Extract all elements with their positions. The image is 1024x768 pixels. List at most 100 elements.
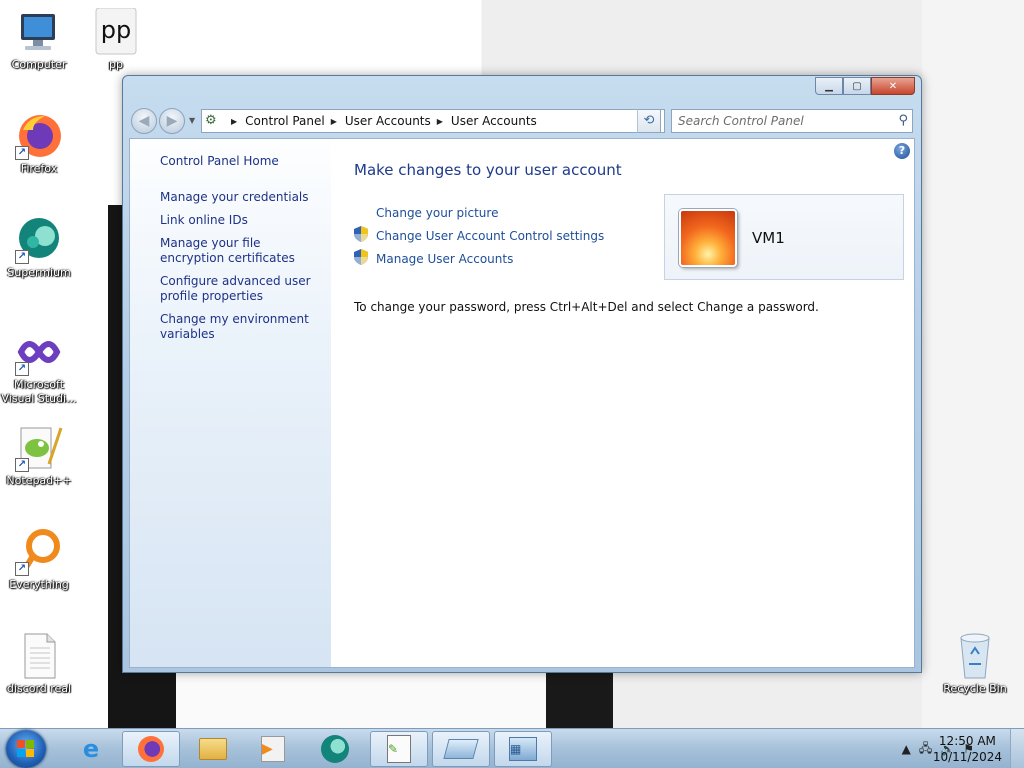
maximize-button[interactable]: ▢ <box>843 77 871 95</box>
desktop-icon-pp[interactable]: pp pp <box>78 7 154 72</box>
task-links-list: Manage your credentials Link online IDs … <box>160 190 328 350</box>
desktop-icon-label: Notepad++ <box>6 474 72 487</box>
control-panel-window: ▁ ▢ ✕ ◀ ▶ ▼ ⚙ ▶ Control Panel ▶ User Acc… <box>122 75 922 673</box>
desktop-icon-label: Computer <box>11 58 67 71</box>
desktop-icon-label: Recycle Bin <box>943 682 1007 695</box>
start-button[interactable] <box>6 730 46 768</box>
navigation-bar: ◀ ▶ ▼ ⚙ ▶ Control Panel ▶ User Accounts … <box>131 108 913 134</box>
taskbar-internet-explorer[interactable]: e <box>62 731 120 767</box>
task-link-label[interactable]: Change User Account Control settings <box>376 229 604 243</box>
folder-icon <box>199 738 227 760</box>
taskbar-control-panel[interactable]: ▦ <box>494 731 552 767</box>
user-picture-flower[interactable] <box>679 209 737 267</box>
windows-logo-icon <box>17 740 35 758</box>
taskbar-media-player[interactable]: ▶ <box>244 731 302 767</box>
taskbar-supermium[interactable] <box>306 731 364 767</box>
window-controls: ▁ ▢ ✕ <box>815 77 915 95</box>
taskbar-notepad-plus-plus[interactable]: ✎ <box>370 731 428 767</box>
uac-shield-icon <box>354 248 376 269</box>
close-button[interactable]: ✕ <box>871 77 915 95</box>
desktop-icon-label: Microsoft Visual Studi... <box>1 378 77 405</box>
left-navigation-pane: Control Panel Home Manage your credentia… <box>130 139 331 667</box>
text-file-icon <box>15 632 63 680</box>
desktop-icon-visual-studio[interactable]: ↗ Microsoft Visual Studi... <box>1 328 77 406</box>
link-online-ids[interactable]: Link online IDs <box>160 213 328 228</box>
recycle-bin-icon <box>951 632 999 680</box>
minimize-button[interactable]: ▁ <box>815 77 843 95</box>
desktop-icon-label: Everything <box>9 578 69 591</box>
task-link-label[interactable]: Change your picture <box>376 206 498 220</box>
user-account-card: VM1 <box>664 194 904 280</box>
password-info-text: To change your password, press Ctrl+Alt+… <box>354 300 819 314</box>
desktop-icon-label: Supermium <box>7 266 71 279</box>
show-desktop-button[interactable] <box>1010 729 1024 768</box>
control-panel-home-link[interactable]: Control Panel Home <box>160 154 279 168</box>
desktop-icon-notepad-plus-plus[interactable]: ↗ Notepad++ <box>1 424 77 488</box>
desktop-icon-label: pp <box>109 58 123 71</box>
background-dark-panel-2 <box>546 672 613 728</box>
show-hidden-icons-icon[interactable]: ▲ <box>902 742 911 756</box>
forward-button[interactable]: ▶ <box>159 108 185 134</box>
page-title: Make changes to your user account <box>354 161 622 179</box>
background-light-panel <box>176 672 546 728</box>
breadcrumb-separator-icon[interactable]: ▶ <box>437 117 443 126</box>
everything-search-icon: ↗ <box>15 528 63 576</box>
search-icon[interactable]: ⚲ <box>898 113 908 128</box>
shortcut-arrow-icon: ↗ <box>15 362 29 376</box>
breadcrumb-control-panel[interactable]: Control Panel <box>245 114 325 128</box>
desktop-icon-firefox[interactable]: ↗ Firefox <box>1 112 77 176</box>
shortcut-arrow-icon: ↗ <box>15 250 29 264</box>
uac-shield-icon <box>354 225 376 246</box>
breadcrumb-user-accounts-current[interactable]: User Accounts <box>451 114 537 128</box>
firefox-icon <box>138 736 164 762</box>
breadcrumb-separator-icon[interactable]: ▶ <box>331 117 337 126</box>
media-player-icon: ▶ <box>261 736 285 762</box>
shortcut-arrow-icon: ↗ <box>15 146 29 160</box>
taskbar-firefox[interactable] <box>122 731 180 767</box>
link-manage-credentials[interactable]: Manage your credentials <box>160 190 328 205</box>
computer-icon <box>15 8 63 56</box>
search-box: ⚲ <box>671 109 913 133</box>
internet-explorer-icon: e <box>82 735 100 763</box>
link-file-encryption-certificates[interactable]: Manage your file encryption certificates <box>160 236 328 266</box>
clock-date: 10/11/2024 <box>932 750 1002 764</box>
desktop-icon-label: Firefox <box>20 162 58 175</box>
help-icon[interactable]: ? <box>894 143 910 159</box>
search-input[interactable] <box>678 110 888 132</box>
clock[interactable]: 12:50 AM 10/11/2024 <box>933 733 1002 765</box>
taskbar-file-explorer[interactable] <box>184 731 242 767</box>
desktop-icon-discord-real[interactable]: discord real <box>1 632 77 696</box>
network-icon[interactable]: 🖧 <box>919 739 932 760</box>
breadcrumb: ▶ Control Panel ▶ User Accounts ▶ User A… <box>225 114 537 128</box>
taskbar: e ▶ ✎ ▦ ▲ 🖧 🔈 ⚑ 12:50 AM 10/11/2024 <box>0 728 1024 768</box>
pp-document-icon: pp <box>92 7 140 56</box>
notepad-plus-plus-icon: ✎ <box>387 735 411 763</box>
back-button[interactable]: ◀ <box>131 108 157 134</box>
notepad-plus-plus-icon: ↗ <box>15 424 63 472</box>
refresh-button[interactable]: ⟲ <box>637 109 661 133</box>
recent-pages-dropdown[interactable]: ▼ <box>189 116 195 125</box>
task-link-label[interactable]: Manage User Accounts <box>376 252 513 266</box>
breadcrumb-separator-icon[interactable]: ▶ <box>231 117 237 126</box>
user-name: VM1 <box>752 229 785 247</box>
shortcut-arrow-icon: ↗ <box>15 458 29 472</box>
supermium-icon: ↗ <box>15 216 63 264</box>
svg-text:pp: pp <box>101 16 131 44</box>
supermium-icon <box>321 735 349 763</box>
desktop-icon-label: discord real <box>6 682 72 695</box>
link-advanced-profile-properties[interactable]: Configure advanced user profile properti… <box>160 274 328 304</box>
link-environment-variables[interactable]: Change my environment variables <box>160 312 328 342</box>
control-panel-icon: ▦ <box>509 737 537 761</box>
desktop-icon-computer[interactable]: Computer <box>1 8 77 72</box>
address-bar[interactable]: ⚙ ▶ Control Panel ▶ User Accounts ▶ User… <box>201 109 665 133</box>
desktop-icon-supermium[interactable]: ↗ Supermium <box>1 216 77 280</box>
taskbar-remote-desktop[interactable] <box>432 731 490 767</box>
firefox-icon: ↗ <box>15 112 63 160</box>
remote-desktop-icon <box>443 739 479 759</box>
desktop-icon-recycle-bin[interactable]: Recycle Bin <box>937 632 1013 696</box>
background-wallpaper-edge <box>922 0 1024 728</box>
breadcrumb-user-accounts[interactable]: User Accounts <box>345 114 431 128</box>
desktop-icon-everything[interactable]: ↗ Everything <box>1 528 77 592</box>
shortcut-arrow-icon: ↗ <box>15 562 29 576</box>
clock-time: 12:50 AM <box>938 734 996 748</box>
